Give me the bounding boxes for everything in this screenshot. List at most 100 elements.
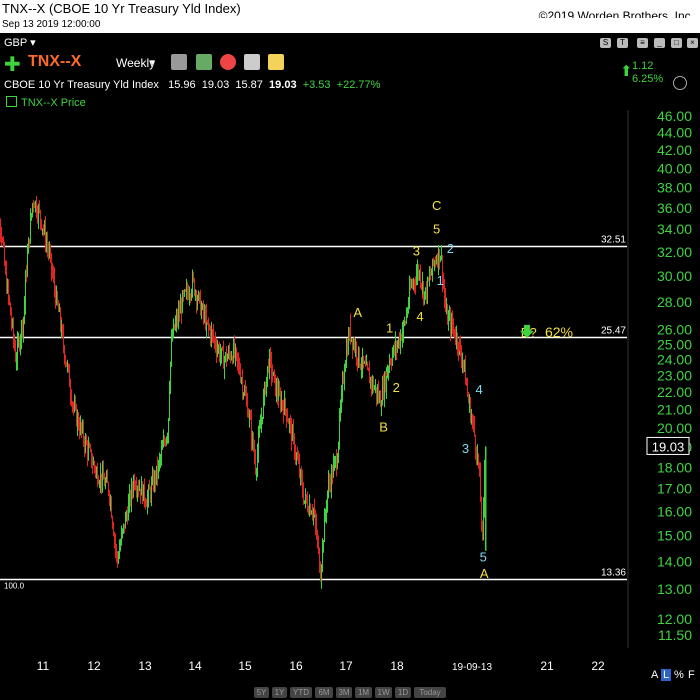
- x-tick-label: 22: [591, 659, 605, 673]
- x-tick-label: 11: [37, 659, 50, 673]
- range-button-1d[interactable]: 1D: [395, 687, 411, 698]
- window-button-list[interactable]: ≡: [637, 38, 648, 48]
- range-button-6m[interactable]: 6M: [315, 687, 333, 698]
- range-button-today[interactable]: Today: [414, 687, 446, 698]
- wave-label: B: [379, 420, 388, 435]
- y-tick-label: 32.00: [657, 244, 692, 260]
- datetime: Sep 13 2019 12:00:00: [2, 19, 101, 30]
- symbol-field[interactable]: TNX--X: [28, 53, 81, 71]
- legend-label: TNX--X Price: [21, 97, 86, 109]
- y-tick-label: 42.00: [657, 142, 692, 158]
- wave-label: 5: [433, 222, 440, 237]
- y-tick-label: 40.00: [657, 160, 692, 176]
- x-tick-label: 17: [339, 659, 353, 673]
- y-tick-label: 25.00: [657, 336, 692, 352]
- y-tick-label: 28.00: [657, 294, 692, 310]
- change-abs: 1.12: [632, 60, 654, 72]
- window-button-max[interactable]: □: [671, 38, 682, 48]
- y-tick-label: 13.00: [657, 581, 692, 597]
- notes-icon[interactable]: [268, 54, 284, 70]
- x-tick-label: 12: [87, 659, 101, 673]
- y-tick-label: 24.00: [657, 352, 692, 368]
- level-label: 13.36: [601, 568, 626, 579]
- level-label: 25.47: [601, 326, 626, 337]
- scale-label: 100.0: [4, 582, 25, 591]
- legend[interactable]: TNX--X Price: [6, 96, 86, 109]
- window-button-min[interactable]: _: [654, 38, 665, 48]
- range-button-1y[interactable]: 1Y: [272, 687, 287, 698]
- range-button-1m[interactable]: 1M: [355, 687, 372, 698]
- y-tick-label: 23.00: [657, 368, 692, 384]
- wave-label: 1: [437, 273, 444, 288]
- wave-label: A: [353, 305, 362, 320]
- y-tick-label: 44.00: [657, 125, 692, 141]
- chart-title: TNX--X (CBOE 10 Yr Treasury Yld Index): [2, 1, 241, 16]
- y-tick-label: 38.00: [657, 180, 692, 196]
- date-bar: Sep 13 2019 12:00:00: [0, 18, 700, 33]
- y-tick-label: 36.00: [657, 200, 692, 216]
- axis-flag-1[interactable]: L: [661, 669, 672, 681]
- x-tick-label: 16: [289, 659, 303, 673]
- y-tick-label: 17.00: [657, 481, 692, 497]
- axis-flag-2[interactable]: %: [674, 669, 684, 681]
- y-tick-label: 30.00: [657, 268, 692, 284]
- window-button-s[interactable]: S: [600, 38, 611, 48]
- calendar-icon[interactable]: [244, 54, 260, 70]
- range-button-3m[interactable]: 3M: [336, 687, 352, 698]
- quote-line: CBOE 10 Yr Treasury Yld Index 15.96 19.0…: [4, 79, 380, 91]
- chart-settings-icon[interactable]: [196, 54, 212, 70]
- y-tick-label: 14.00: [657, 553, 692, 569]
- wave-label: 2: [447, 241, 454, 256]
- quote-close: 19.03: [269, 79, 297, 91]
- y-tick-label: 22.00: [657, 384, 692, 400]
- up-arrow-icon: ⬆: [620, 63, 633, 80]
- quote-open: 15.96: [168, 79, 196, 91]
- price-chart[interactable]: 32.5125.4713.36100.0C5321A142B435AB?62%4…: [0, 0, 700, 700]
- x-tick-label: 14: [188, 659, 202, 673]
- wave-label: A: [480, 566, 489, 581]
- quote-high: 19.03: [201, 79, 230, 91]
- title-bar: TNX--X (CBOE 10 Yr Treasury Yld Index) ©…: [0, 0, 700, 23]
- y-tick-label: 20.00: [657, 420, 692, 436]
- wave-label: 2: [393, 380, 400, 395]
- range-button-ytd[interactable]: YTD: [290, 687, 312, 698]
- wave-label: C: [432, 198, 441, 213]
- quote-change: +3.53: [302, 79, 331, 91]
- wave-label: 3: [413, 243, 420, 258]
- quote-low: 15.87: [235, 79, 263, 91]
- tools-icon[interactable]: [171, 54, 187, 70]
- y-tick-label: 34.00: [657, 221, 692, 237]
- y-tick-label: 21.00: [657, 402, 692, 418]
- wave-label: 4: [416, 309, 423, 324]
- window-button-close[interactable]: ×: [687, 38, 698, 48]
- window-button-t[interactable]: T: [617, 38, 628, 48]
- alarm-clock-icon[interactable]: [220, 54, 236, 70]
- y-tick-label: 15.00: [657, 528, 692, 544]
- chevron-down-icon[interactable]: ▾: [150, 57, 155, 68]
- x-tick-label: 18: [390, 659, 404, 673]
- y-tick-label: 18.00: [657, 459, 692, 475]
- wave-label: 4: [476, 382, 483, 397]
- y-tick-label: 46.00: [657, 108, 692, 124]
- y-tick-label: 12.00: [657, 611, 692, 627]
- range-button-1w[interactable]: 1W: [375, 687, 392, 698]
- y-tick-label: 11.50: [658, 627, 692, 643]
- level-label: 32.51: [601, 235, 626, 246]
- axis-flag-3[interactable]: F: [688, 669, 695, 681]
- change-pct: 6.25%: [632, 73, 664, 85]
- axis-flag-0[interactable]: A: [651, 669, 658, 681]
- y-tick-label: 16.00: [657, 503, 692, 519]
- annotation-label: 62%: [545, 324, 573, 340]
- x-tick-label: 19-09-13: [452, 662, 492, 673]
- wave-label: 5: [480, 549, 487, 564]
- add-icon[interactable]: ✚: [4, 52, 21, 77]
- last-price-label: 19.03: [652, 439, 685, 454]
- range-button-5y[interactable]: 5Y: [254, 687, 269, 698]
- x-tick-label: 13: [138, 659, 152, 673]
- wave-label: 1: [386, 320, 393, 335]
- x-tick-label: 21: [540, 659, 554, 673]
- top-toolbar: [0, 33, 700, 53]
- y-tick-label: 26.00: [657, 322, 692, 338]
- currency-selector[interactable]: GBP ▾: [4, 36, 36, 49]
- circle-icon[interactable]: [673, 76, 687, 90]
